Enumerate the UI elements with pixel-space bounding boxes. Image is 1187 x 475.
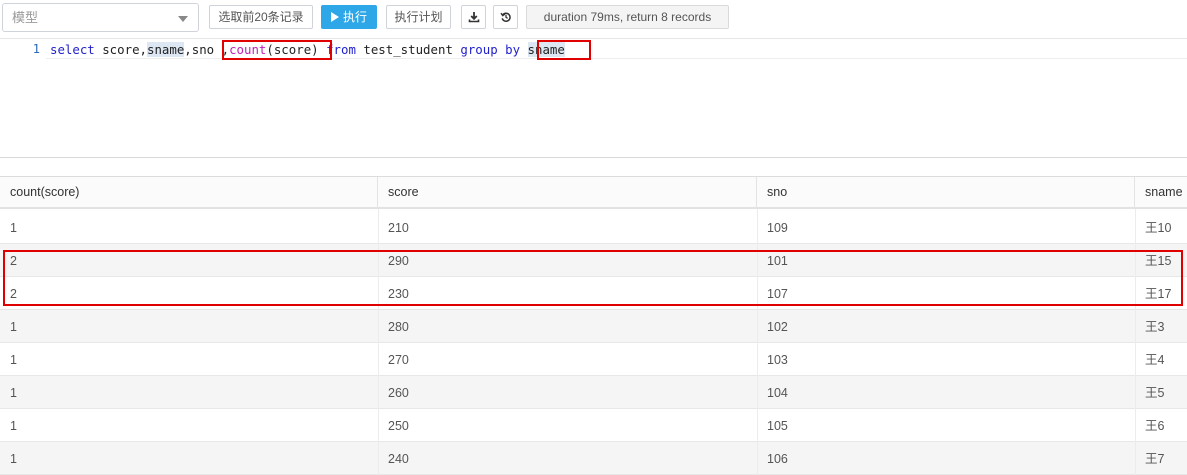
column-divider — [378, 209, 379, 475]
cell-count: 1 — [10, 353, 17, 367]
execution-plan-button[interactable]: 执行计划 — [386, 5, 451, 29]
chevron-down-icon — [178, 16, 188, 22]
cell-score: 240 — [388, 452, 409, 466]
column-header-sno[interactable]: sno — [757, 177, 1135, 208]
code-sname-highlight: sname — [146, 42, 185, 57]
column-header-score[interactable]: score — [378, 177, 757, 208]
select-top20-label: 选取前20条记录 — [218, 10, 304, 24]
cell-sname: 王3 — [1145, 320, 1165, 334]
code-table: test_student — [355, 42, 453, 57]
annotation-box-count — [222, 40, 332, 60]
history-button[interactable] — [493, 5, 518, 29]
cell-count: 1 — [10, 386, 17, 400]
cell-count: 1 — [10, 320, 17, 334]
play-icon — [330, 12, 339, 22]
column-header-sname[interactable]: sname — [1135, 177, 1187, 208]
model-select-placeholder: 模型 — [12, 10, 39, 25]
cell-sname: 王7 — [1145, 452, 1165, 466]
toolbar: 模型 选取前20条记录 执行 执行计划 duration 79ms, retur… — [0, 0, 1187, 36]
table-header: count(score) score sno sname — [0, 176, 1187, 209]
status-badge: duration 79ms, return 8 records — [526, 5, 729, 29]
code-cols: score, — [94, 42, 147, 57]
column-header-count-score[interactable]: count(score) — [0, 177, 378, 208]
column-divider — [1135, 209, 1136, 475]
cell-score: 270 — [388, 353, 409, 367]
cell-sno: 105 — [767, 419, 788, 433]
cell-sname: 王5 — [1145, 386, 1165, 400]
download-button[interactable] — [461, 5, 486, 29]
cell-count: 1 — [10, 221, 17, 235]
cell-count: 1 — [10, 452, 17, 466]
run-label: 执行 — [342, 10, 367, 24]
sql-editor[interactable]: 1 select score,sname,sno ,count(score) f… — [0, 38, 1187, 158]
line-number: 1 — [32, 42, 40, 56]
table-row[interactable]: 1 250 105 王6 — [0, 409, 1187, 442]
cell-sname: 王4 — [1145, 353, 1165, 367]
results-table: count(score) score sno sname 1 210 109 王… — [0, 176, 1187, 475]
status-text: duration 79ms, return 8 records — [543, 10, 712, 24]
keyword-select: select — [50, 42, 95, 57]
code-cols2: ,sno — [184, 42, 215, 57]
table-row[interactable]: 1 280 102 王3 — [0, 310, 1187, 343]
download-icon — [468, 12, 479, 23]
run-button[interactable]: 执行 — [321, 5, 377, 29]
table-row[interactable]: 1 210 109 王10 — [0, 211, 1187, 244]
cell-score: 250 — [388, 419, 409, 433]
cell-sno: 102 — [767, 320, 788, 334]
cell-sno: 103 — [767, 353, 788, 367]
select-top20-button[interactable]: 选取前20条记录 — [209, 5, 313, 29]
table-row[interactable]: 1 270 103 王4 — [0, 343, 1187, 376]
cell-count: 1 — [10, 419, 17, 433]
table-row[interactable]: 1 260 104 王5 — [0, 376, 1187, 409]
table-row[interactable]: 1 240 106 王7 — [0, 442, 1187, 475]
keyword-by: by — [497, 42, 521, 57]
cell-score: 210 — [388, 221, 409, 235]
cell-score: 260 — [388, 386, 409, 400]
annotation-box-group-col — [537, 40, 591, 60]
cell-sname: 王6 — [1145, 419, 1165, 433]
cell-sno: 109 — [767, 221, 788, 235]
annotation-box-rows — [3, 250, 1183, 306]
history-icon — [499, 12, 511, 22]
model-select[interactable]: 模型 — [2, 3, 199, 32]
cell-sno: 104 — [767, 386, 788, 400]
keyword-group: group — [452, 42, 498, 57]
cell-score: 280 — [388, 320, 409, 334]
cell-sno: 106 — [767, 452, 788, 466]
execution-plan-label: 执行计划 — [394, 10, 443, 24]
column-divider — [757, 209, 758, 475]
cell-sname: 王10 — [1145, 221, 1172, 235]
